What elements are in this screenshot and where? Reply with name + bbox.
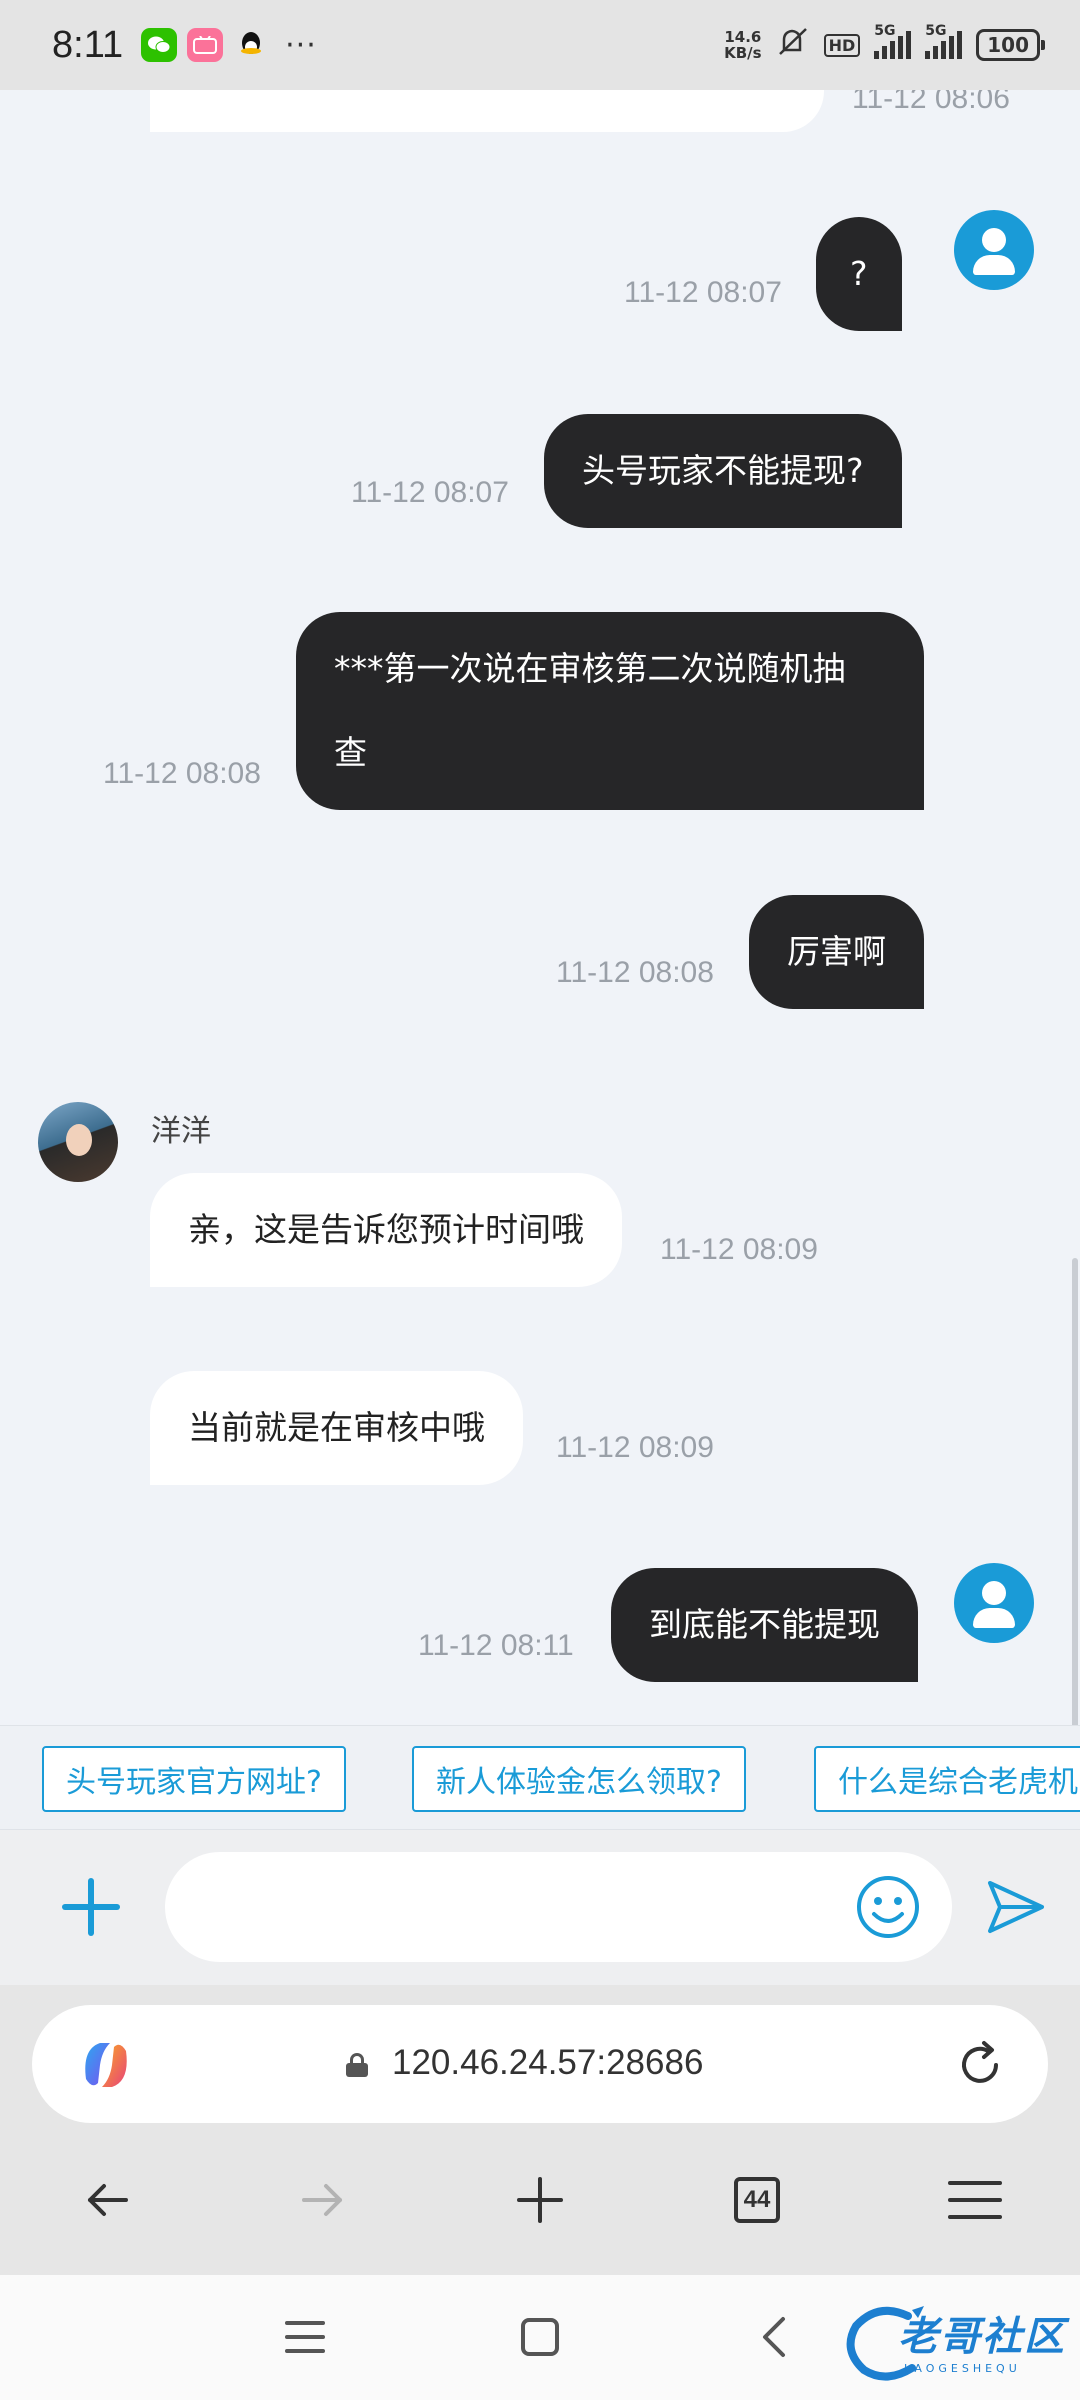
new-tab-button[interactable] [505, 2165, 575, 2235]
recents-button[interactable] [275, 2307, 335, 2367]
message-time: 11-12 08:06 [852, 90, 1010, 115]
more-notifications-icon: ··· [285, 27, 317, 63]
watermark-subtext: LAOGESHEQU [904, 2362, 1021, 2375]
reload-icon[interactable] [950, 2035, 1010, 2095]
quick-reply-bar[interactable]: 头号玩家官方网址? 新人体验金怎么领取? 什么是综合老虎机 [0, 1725, 1080, 1830]
user-avatar[interactable] [954, 210, 1034, 290]
message-time: 11-12 08:07 [351, 476, 509, 509]
message-time: 11-12 08:11 [418, 1629, 574, 1662]
bilibili-icon [187, 28, 224, 62]
hd-voice-icon: HD [823, 33, 861, 57]
forward-button[interactable] [288, 2165, 358, 2235]
qq-icon [233, 28, 270, 62]
url-text[interactable]: 120.46.24.57:28686 [392, 2043, 703, 2083]
signal-1-icon: 5G [874, 23, 912, 59]
chat-scrollbar[interactable] [1072, 1258, 1078, 1728]
browser-address-bar: 120.46.24.57:28686 [0, 1985, 1080, 2125]
message-input[interactable] [165, 1852, 952, 1962]
url-field[interactable]: 120.46.24.57:28686 [32, 2005, 1048, 2123]
agent-name: 洋洋 [151, 1114, 211, 1149]
message-bubble-outgoing: 到底能不能提现 [611, 1568, 918, 1682]
message-bubble-outgoing: ***第一次说在审核第二次说随机抽 查 [296, 612, 924, 810]
quick-reply-chip[interactable]: 新人体验金怎么领取? [412, 1746, 746, 1812]
message-time: 11-12 08:09 [556, 1431, 714, 1464]
tabs-button[interactable]: 44 [722, 2165, 792, 2235]
quick-reply-chip[interactable]: 头号玩家官方网址? [42, 1746, 346, 1812]
message-time: 11-12 08:08 [103, 757, 261, 790]
mute-icon [776, 26, 810, 64]
tab-count: 44 [734, 2177, 780, 2223]
message-bubble-outgoing: 厉害啊 [749, 895, 924, 1009]
lock-icon [346, 2053, 368, 2077]
user-avatar[interactable] [954, 1563, 1034, 1643]
message-line: ***第一次说在审核第二次说随机抽 [334, 649, 846, 688]
send-icon[interactable] [984, 1875, 1048, 1939]
system-back-button[interactable] [745, 2307, 805, 2367]
message-line: 查 [334, 733, 367, 772]
add-attachment-button[interactable] [58, 1874, 124, 1940]
status-time: 8:11 [52, 23, 124, 66]
wechat-icon [141, 28, 178, 62]
message-time: 11-12 08:08 [556, 956, 714, 989]
back-button[interactable] [72, 2165, 142, 2235]
signal-2-icon: 5G [925, 23, 963, 59]
message-bubble-incoming: 当前就是在审核中哦 [150, 1371, 523, 1485]
battery-icon: 100 [976, 29, 1045, 61]
home-button[interactable] [510, 2307, 570, 2367]
notification-icons: ··· [141, 28, 317, 63]
copilot-icon[interactable] [76, 2035, 136, 2095]
message-bubble-outgoing: 头号玩家不能提现? [544, 414, 902, 528]
message-time: 11-12 08:09 [660, 1233, 818, 1266]
message-bubble-incoming: 亲，这是告诉您预计时间哦 [150, 1173, 622, 1287]
chat-messages[interactable]: 11-12 08:06 ? 11-12 08:07 头号玩家不能提现? 11-1… [0, 90, 1080, 1725]
status-bar: 8:11 ··· 14.6 KB/s HD 5G 5G 100 [0, 0, 1080, 90]
message-time: 11-12 08:07 [624, 276, 782, 309]
message-bubble-outgoing: ? [816, 217, 902, 331]
quick-reply-chip[interactable]: 什么是综合老虎机 [814, 1746, 1080, 1812]
emoji-icon[interactable] [855, 1874, 921, 1940]
watermark-logo: 老哥社区 LAOGESHEQU [838, 2298, 1074, 2388]
watermark-text: 老哥社区 [898, 2314, 1066, 2360]
menu-button[interactable] [940, 2165, 1010, 2235]
agent-avatar[interactable] [38, 1102, 118, 1182]
network-speed: 14.6 KB/s [724, 28, 762, 62]
browser-toolbar: 44 [0, 2125, 1080, 2275]
message-bubble-partial [150, 90, 824, 132]
message-input-bar [0, 1830, 1080, 1985]
